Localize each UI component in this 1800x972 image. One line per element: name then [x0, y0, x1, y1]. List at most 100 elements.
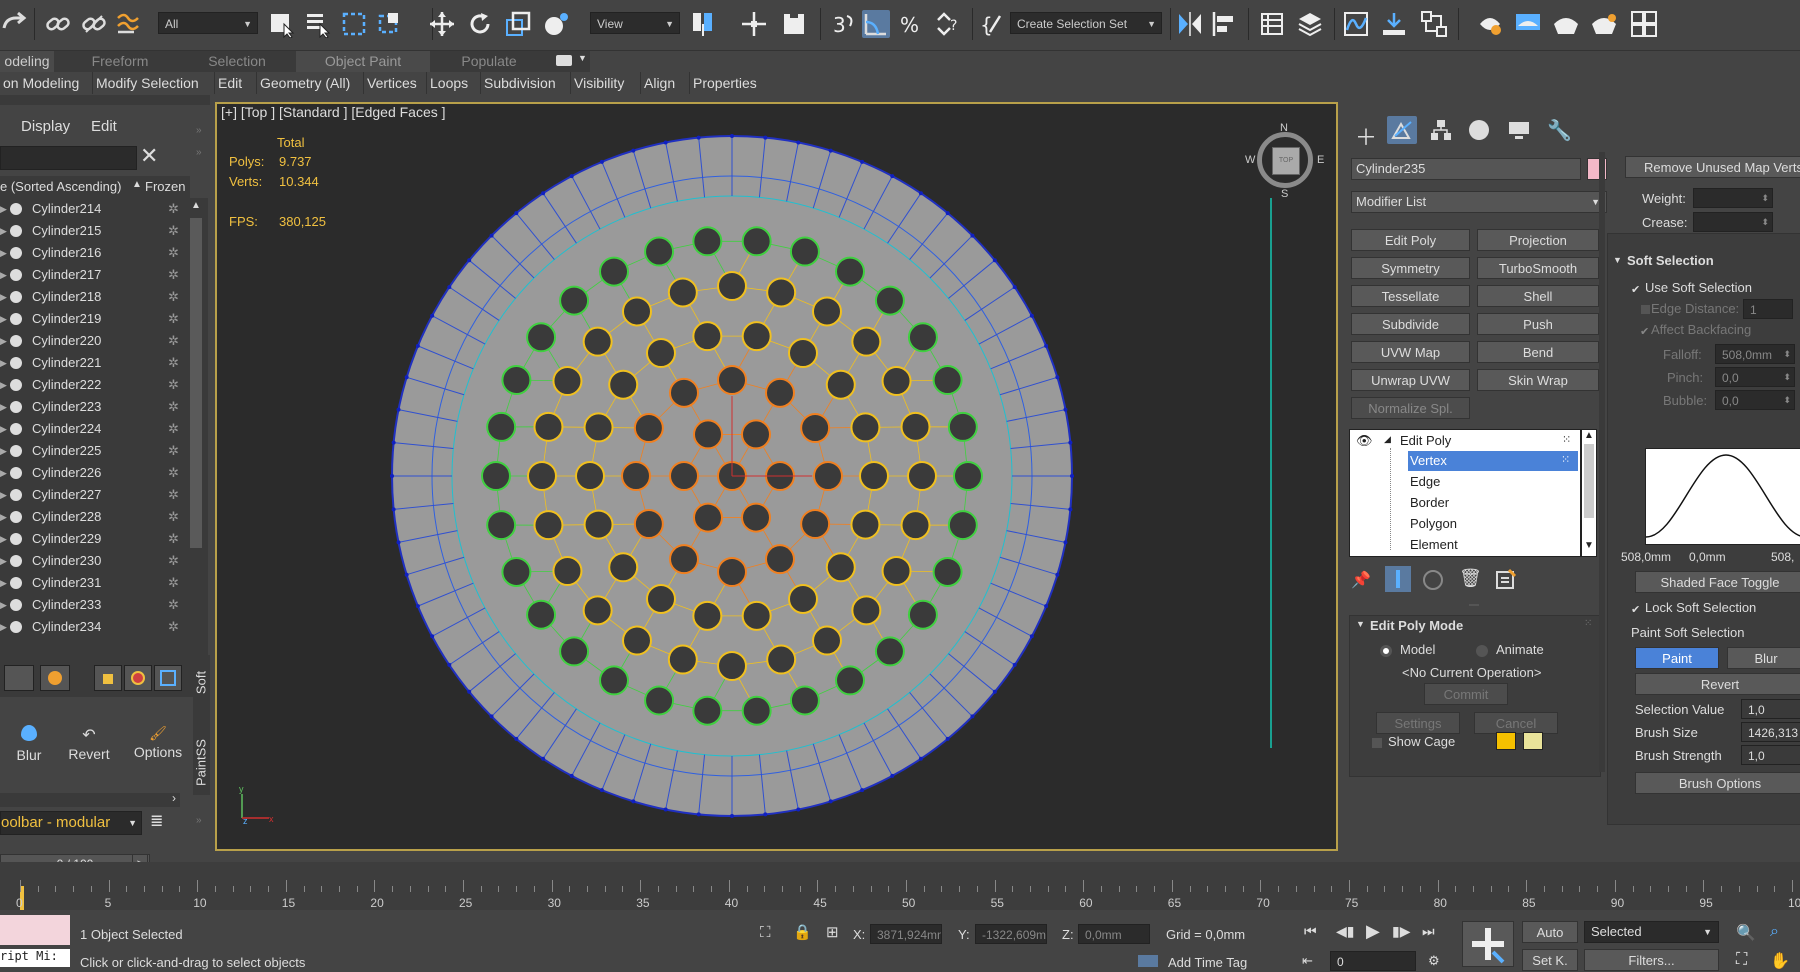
select-manipulate-icon[interactable]: [740, 10, 768, 38]
keyboard-shortcut-icon[interactable]: [780, 10, 808, 38]
sort-column-header[interactable]: e (Sorted Ascending): [0, 179, 121, 194]
edit-poly-button[interactable]: Edit Poly: [1351, 229, 1470, 251]
tab-freeform[interactable]: Freeform: [60, 51, 180, 72]
group-modify-selection[interactable]: Modify Selection: [92, 72, 202, 94]
set-key-button[interactable]: [1462, 921, 1514, 967]
layer-dropdown[interactable]: oolbar - modular ▼: [0, 811, 142, 835]
list-item[interactable]: ▶Cylinder214✲: [0, 198, 186, 220]
bend-button[interactable]: Bend: [1477, 341, 1599, 363]
select-object-icon[interactable]: [268, 10, 296, 38]
isolate-selection-icon[interactable]: ⛶: [760, 924, 771, 941]
add-time-tag[interactable]: Add Time Tag: [1168, 955, 1247, 970]
bind-space-warp-icon[interactable]: [114, 10, 142, 38]
list-item[interactable]: ▶Cylinder224✲: [0, 418, 186, 440]
material-editor-icon[interactable]: [1420, 10, 1448, 38]
tab-paintss[interactable]: PaintSS: [194, 727, 209, 799]
curve-editor-icon[interactable]: [1342, 10, 1370, 38]
reference-coord-dropdown[interactable]: View▼: [590, 12, 680, 34]
tab-selection[interactable]: Selection: [180, 51, 294, 72]
render-setup-icon[interactable]: [1476, 10, 1504, 38]
render-iterative-icon[interactable]: [1590, 10, 1618, 38]
motion-tab-icon[interactable]: [1469, 120, 1489, 140]
snaps-toggle-icon[interactable]: 3: [830, 10, 858, 38]
stack-edge[interactable]: Edge: [1410, 474, 1440, 489]
expand-triangle-icon[interactable]: ◢: [1384, 434, 1391, 445]
show-cage-checkbox[interactable]: [1372, 738, 1382, 748]
soft-selection-title[interactable]: Soft Selection: [1627, 253, 1714, 268]
list-item[interactable]: ▶Cylinder226✲: [0, 462, 186, 484]
lock-soft-selection-checkbox[interactable]: ✔: [1631, 603, 1640, 616]
expand-icon-2[interactable]: »: [196, 147, 202, 158]
group-loops[interactable]: Loops: [426, 72, 471, 94]
brush-size-spinner[interactable]: 1426,313: [1741, 722, 1800, 742]
animate-radio[interactable]: [1476, 645, 1488, 657]
zoom-all-icon[interactable]: ⌕: [1770, 923, 1779, 941]
trash-icon[interactable]: 🗑: [1459, 568, 1482, 589]
layer-explorer-icon[interactable]: [1296, 10, 1324, 38]
use-soft-selection-checkbox[interactable]: ✔: [1631, 283, 1640, 296]
stack-scrollbar[interactable]: ▲ ▼: [1581, 429, 1597, 557]
list-item[interactable]: ▶Cylinder231✲: [0, 572, 186, 594]
revert-button[interactable]: Revert: [1635, 673, 1800, 695]
bubble-spinner[interactable]: 0,0⬍: [1715, 390, 1795, 410]
place-icon[interactable]: [542, 10, 570, 38]
stack-polygon[interactable]: Polygon: [1410, 516, 1457, 531]
paint-color-icon[interactable]: [40, 665, 70, 691]
pivot-center-icon[interactable]: [690, 10, 718, 38]
list-item[interactable]: ▶Cylinder220✲: [0, 330, 186, 352]
group-subdivision[interactable]: Subdivision: [480, 72, 559, 94]
close-icon[interactable]: ✕: [140, 143, 158, 169]
horizontal-scrollbar[interactable]: ›: [0, 793, 180, 807]
group-edit[interactable]: Edit: [214, 72, 245, 94]
pan-icon[interactable]: ✋: [1770, 951, 1790, 971]
list-item[interactable]: ▶Cylinder233✲: [0, 594, 186, 616]
tab-soft[interactable]: Soft: [194, 647, 209, 719]
make-unique-icon[interactable]: [1423, 570, 1443, 590]
blur-button[interactable]: Blur: [14, 725, 44, 763]
brush-options-button[interactable]: Brush Options: [1635, 772, 1800, 794]
schematic-view-icon[interactable]: [1380, 10, 1408, 38]
unwrap-uvw-button[interactable]: Unwrap UVW: [1351, 369, 1470, 391]
unlink-icon[interactable]: [80, 10, 108, 38]
list-item[interactable]: ▶Cylinder216✲: [0, 242, 186, 264]
list-item[interactable]: ▶Cylinder218✲: [0, 286, 186, 308]
edge-distance-checkbox[interactable]: [1641, 305, 1650, 314]
spinner-snap-icon[interactable]: ?: [934, 10, 962, 38]
list-item[interactable]: ▶Cylinder229✲: [0, 528, 186, 550]
time-tag-icon[interactable]: [1138, 955, 1158, 967]
goto-start-icon[interactable]: ⏮: [1304, 923, 1317, 940]
list-item[interactable]: ▶Cylinder221✲: [0, 352, 186, 374]
percent-snap-icon[interactable]: %: [898, 10, 926, 38]
falloff-spinner[interactable]: 508,0mm⬍: [1715, 344, 1795, 364]
list-item[interactable]: ▶Cylinder219✲: [0, 308, 186, 330]
options-button[interactable]: 🖌 Options: [128, 725, 188, 760]
pin-stack-icon[interactable]: 📌: [1351, 570, 1371, 590]
shell-button[interactable]: Shell: [1477, 285, 1599, 307]
list-item[interactable]: ▶Cylinder217✲: [0, 264, 186, 286]
tab-modeling[interactable]: odeling: [0, 51, 54, 72]
edge-distance-spinner[interactable]: 1: [1743, 299, 1793, 319]
rotate-icon[interactable]: [466, 10, 494, 38]
rendered-frame-window-icon[interactable]: [1514, 10, 1542, 38]
display-tab-icon[interactable]: [1507, 120, 1531, 140]
expand-icon[interactable]: »: [196, 125, 202, 136]
list-item[interactable]: ▶Cylinder215✲: [0, 220, 186, 242]
normalize-spline-button[interactable]: Normalize Spl.: [1351, 397, 1470, 419]
tessellate-button[interactable]: Tessellate: [1351, 285, 1470, 307]
stack-border[interactable]: Border: [1410, 495, 1449, 510]
list-item[interactable]: ▶Cylinder234✲: [0, 616, 186, 638]
key-filter-dropdown[interactable]: Selected▼: [1584, 921, 1719, 943]
lock-icon[interactable]: [94, 665, 122, 691]
affect-backfacing-checkbox[interactable]: ✔: [1640, 325, 1649, 338]
cylinder-mesh[interactable]: [377, 121, 1087, 831]
show-end-result-icon[interactable]: [1385, 566, 1411, 592]
ribbon-options-icon[interactable]: [556, 55, 572, 66]
list-item[interactable]: ▶Cylinder228✲: [0, 506, 186, 528]
group-visibility[interactable]: Visibility: [570, 72, 627, 94]
viewcube[interactable]: TOP N S E W: [1249, 124, 1323, 198]
z-coordinate[interactable]: 0,0mm: [1078, 924, 1150, 944]
absolute-mode-icon[interactable]: ⊞: [826, 923, 839, 941]
viewcube-top-face[interactable]: TOP: [1272, 147, 1300, 175]
maxscript-listener[interactable]: [0, 915, 70, 945]
brush-strength-spinner[interactable]: 1,0: [1741, 745, 1800, 765]
